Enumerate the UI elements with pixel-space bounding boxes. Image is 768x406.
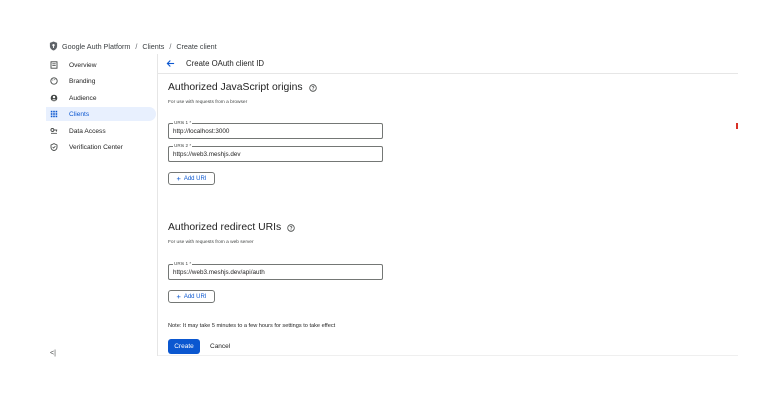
cancel-button[interactable]: Cancel	[210, 339, 230, 354]
plus-icon: +	[176, 174, 181, 183]
sidebar-item-branding[interactable]: Branding	[46, 74, 156, 88]
breadcrumb-separator: /	[169, 41, 172, 51]
verified-icon	[50, 143, 58, 151]
field-label: URIs 2 *	[173, 143, 193, 149]
settings-note: Note: It may take 5 minutes to a few hou…	[168, 323, 336, 329]
section-title-text: Authorized JavaScript origins	[168, 82, 303, 93]
create-button[interactable]: Create	[168, 339, 200, 354]
js-origin-uri-2-field[interactable]: URIs 2 *	[168, 143, 383, 162]
field-label: URIs 1 *	[173, 120, 193, 126]
sidebar-divider	[157, 54, 158, 356]
plus-icon: +	[176, 292, 181, 301]
js-origins-section-title: Authorized JavaScript origins	[168, 82, 317, 93]
arrow-back-icon[interactable]	[166, 59, 175, 68]
js-origin-uri-1-field[interactable]: URIs 1 *	[168, 120, 383, 139]
sidebar-item-label: Overview	[69, 61, 97, 69]
main-content: Authorized JavaScript origins For use wi…	[168, 74, 738, 356]
page-header: Create OAuth client ID	[158, 54, 738, 74]
dashboard-icon	[50, 61, 58, 69]
add-js-origin-uri-button[interactable]: + Add URI	[168, 172, 215, 185]
redirect-uris-section-title: Authorized redirect URIs	[168, 222, 295, 233]
sidebar-item-audience[interactable]: Audience	[46, 91, 156, 105]
sidebar-item-label: Data Access	[69, 127, 106, 135]
sidebar-item-overview[interactable]: Overview	[46, 58, 156, 72]
people-icon	[50, 94, 58, 102]
js-origins-subtitle: For use with requests from a browser	[168, 100, 248, 105]
redirect-uri-1-field[interactable]: URIs 1 *	[168, 261, 383, 280]
sidebar-item-label: Branding	[69, 77, 96, 85]
shield-icon	[49, 41, 58, 51]
palette-icon	[50, 77, 58, 85]
breadcrumb: Google Auth Platform / Clients / Create …	[49, 40, 217, 52]
section-title-text: Authorized redirect URIs	[168, 222, 282, 233]
breadcrumb-item-platform[interactable]: Google Auth Platform	[62, 42, 130, 51]
sidebar-item-label: Clients	[69, 110, 90, 118]
field-label: URIs 1 *	[173, 261, 193, 267]
grid-icon	[50, 110, 58, 118]
sidebar: Overview Branding Audience Clients Data …	[46, 56, 156, 356]
redirect-uri-1-input[interactable]	[173, 268, 378, 277]
collapse-sidebar-button[interactable]: <|	[50, 350, 56, 357]
help-icon[interactable]	[287, 223, 295, 232]
add-uri-label: Add URI	[183, 293, 207, 300]
page-title: Create OAuth client ID	[186, 59, 265, 68]
add-redirect-uri-button[interactable]: + Add URI	[168, 290, 215, 303]
bottom-divider	[158, 355, 738, 356]
sidebar-item-clients[interactable]: Clients	[46, 107, 156, 121]
scroll-indicator	[736, 123, 738, 129]
breadcrumb-item-create-client: Create client	[176, 41, 217, 51]
sidebar-item-data-access[interactable]: Data Access	[46, 124, 156, 138]
sidebar-item-verification-center[interactable]: Verification Center	[46, 140, 156, 154]
sidebar-item-label: Verification Center	[69, 143, 123, 151]
sidebar-item-label: Audience	[69, 94, 97, 102]
js-origin-uri-1-input[interactable]	[173, 127, 378, 136]
add-uri-label: Add URI	[183, 175, 207, 182]
js-origin-uri-2-input[interactable]	[173, 150, 378, 159]
help-icon[interactable]	[308, 83, 317, 92]
redirect-uris-subtitle: For use with requests from a web server	[168, 240, 254, 245]
breadcrumb-separator: /	[135, 41, 138, 51]
key-icon	[50, 127, 58, 135]
breadcrumb-item-clients[interactable]: Clients	[142, 42, 164, 51]
